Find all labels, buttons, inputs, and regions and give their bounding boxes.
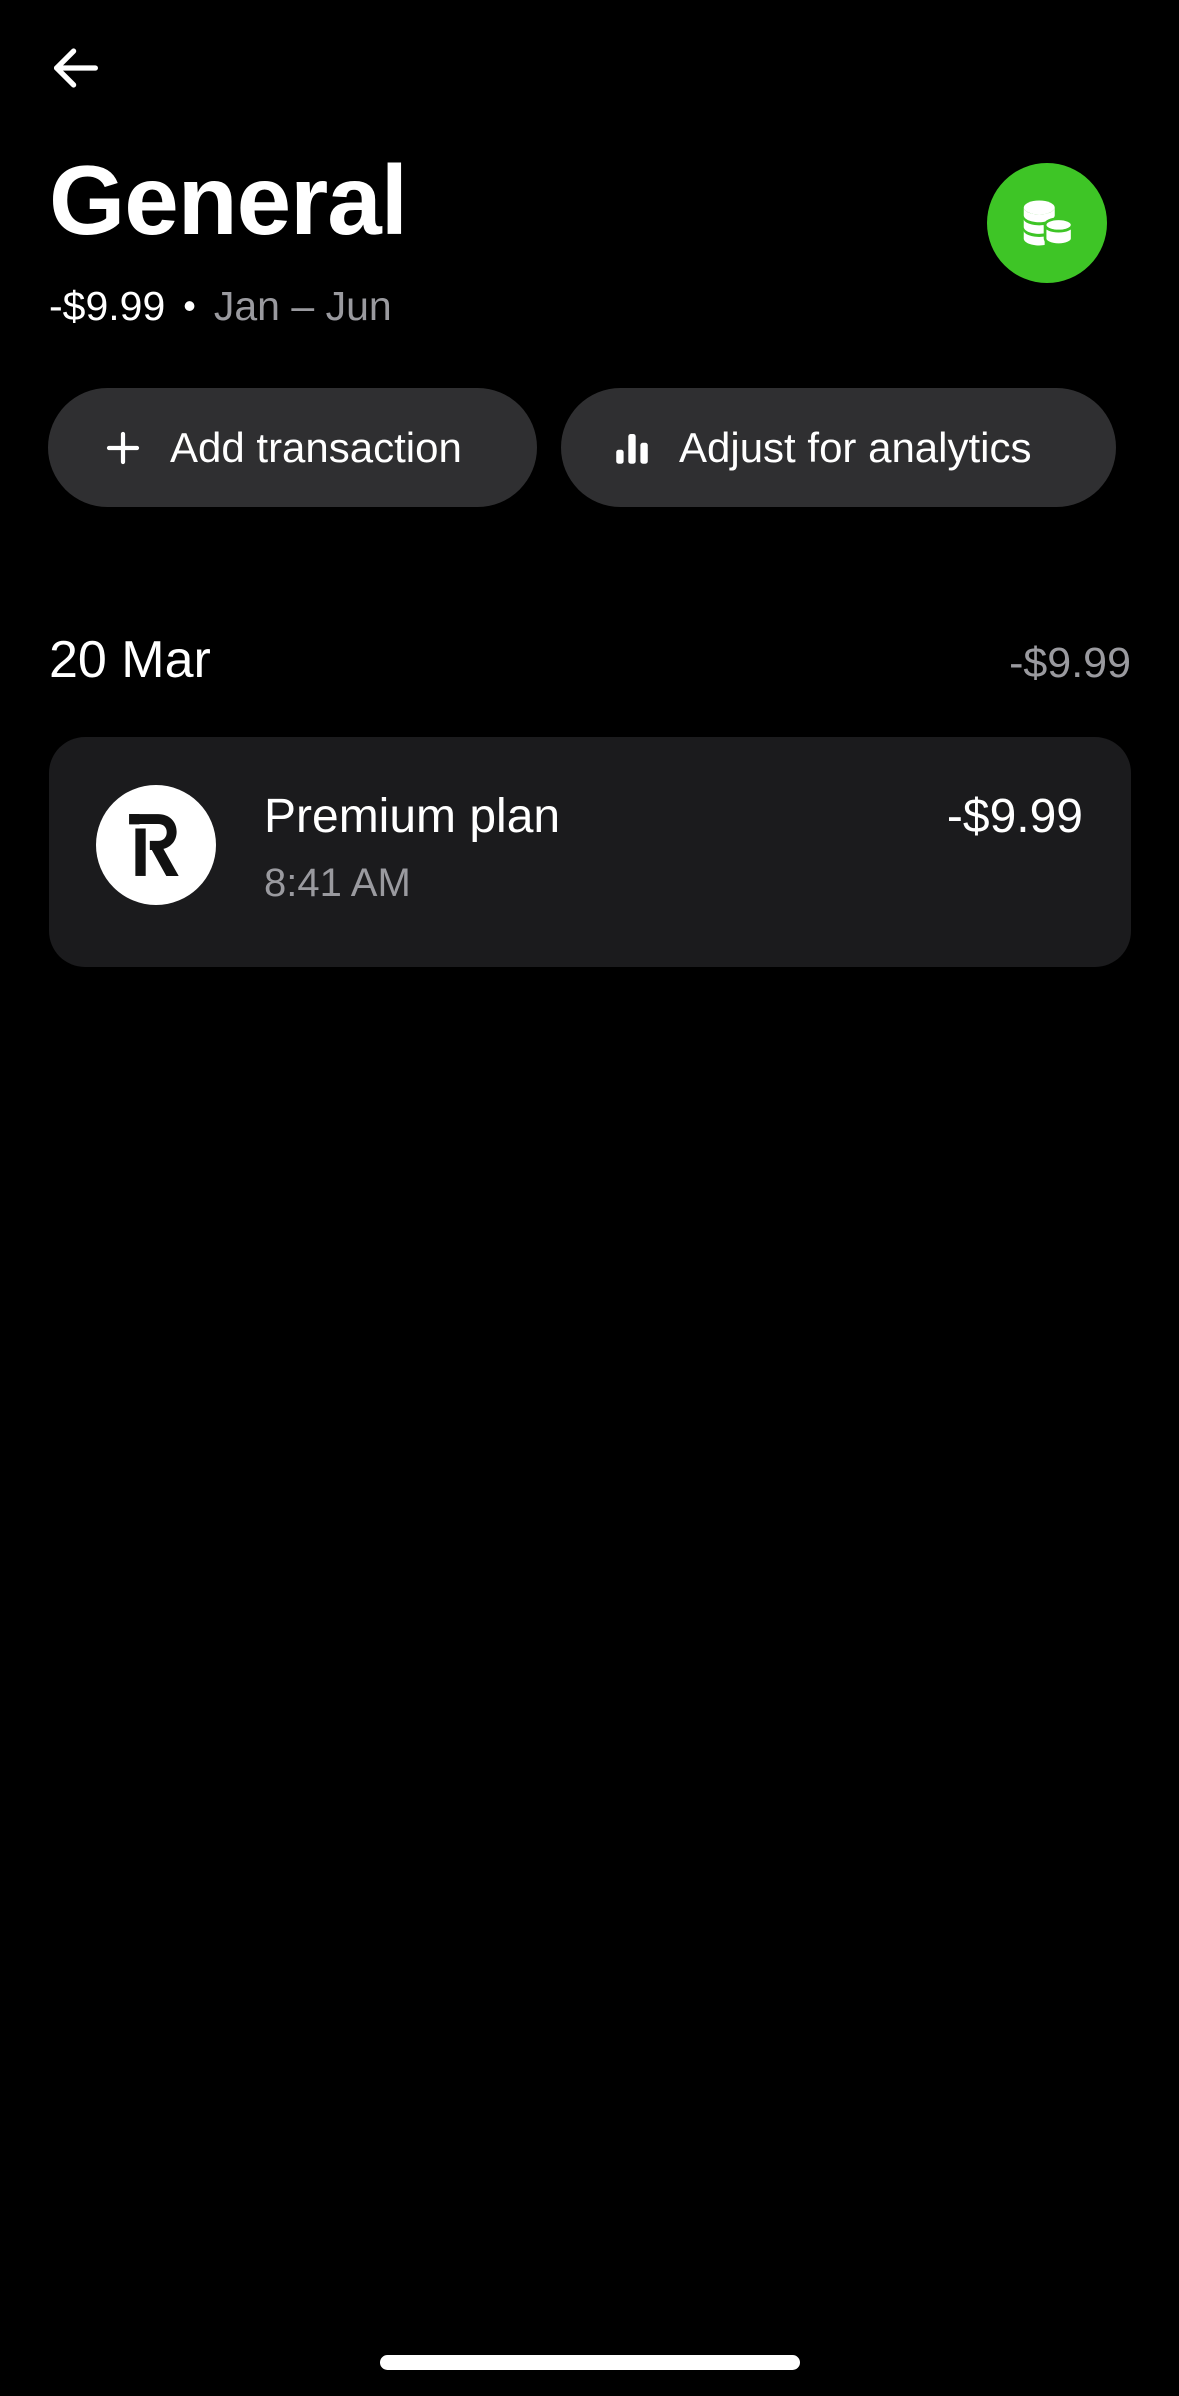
summary-line: -$9.99 • Jan – Jun (49, 278, 392, 334)
adjust-for-analytics-button[interactable]: Adjust for analytics (561, 388, 1116, 507)
bar-chart-icon (611, 427, 653, 469)
summary-period: Jan – Jun (213, 283, 392, 329)
summary-amount: -$9.99 (49, 283, 166, 329)
revolut-r-logo-icon (129, 814, 179, 876)
category-icon-button[interactable] (987, 163, 1107, 283)
page-title: General (49, 145, 408, 255)
plus-icon (102, 427, 144, 469)
transaction-time: 8:41 AM (264, 861, 411, 905)
section-total: -$9.99 (1009, 639, 1131, 687)
section-date: 20 Mar (49, 631, 211, 689)
summary-separator: • (183, 285, 196, 326)
screen: General -$9.99 • Jan – Jun Add transacti… (0, 0, 1179, 2396)
merchant-logo (96, 785, 216, 905)
arrow-left-icon (54, 48, 98, 88)
add-transaction-button[interactable]: Add transaction (48, 388, 537, 507)
transaction-name: Premium plan (264, 790, 561, 843)
home-indicator[interactable] (380, 2355, 800, 2370)
coins-icon (1023, 200, 1074, 247)
date-section-header: 20 Mar -$9.99 (49, 630, 1131, 690)
back-button[interactable] (38, 30, 114, 106)
transaction-amount: -$9.99 (946, 790, 1083, 843)
add-transaction-label: Add transaction (170, 423, 462, 471)
transaction-row[interactable]: Premium plan 8:41 AM -$9.99 (49, 737, 1131, 967)
adjust-for-analytics-label: Adjust for analytics (679, 423, 1032, 471)
